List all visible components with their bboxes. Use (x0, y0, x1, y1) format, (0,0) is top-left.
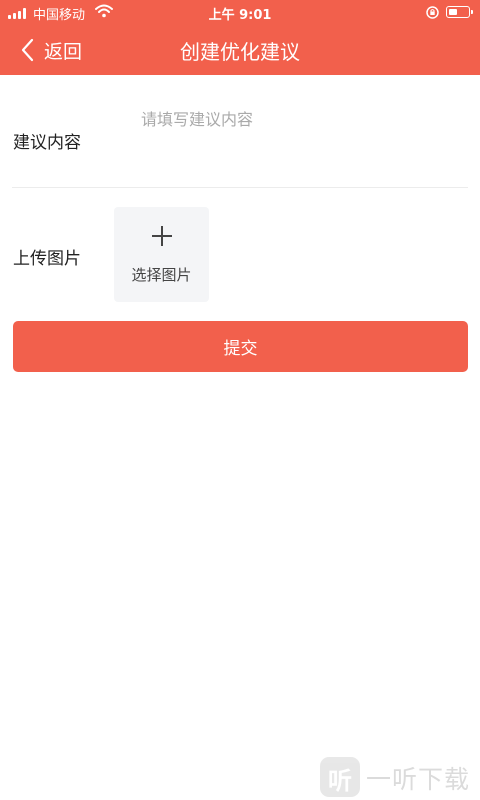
choose-image-button[interactable]: 选择图片 (114, 207, 209, 302)
watermark-logo-icon: 听 (320, 757, 360, 797)
status-bar: 中国移动 上午 9:01 (0, 0, 480, 26)
page-title: 创建优化建议 (180, 40, 300, 64)
battery-icon (446, 6, 473, 18)
content-label: 建议内容 (13, 133, 81, 153)
app-header: 中国移动 上午 9:01 返回 创建优化建议 (0, 0, 480, 75)
plus-icon (152, 226, 172, 246)
suggestion-content-input[interactable] (135, 100, 477, 192)
orientation-lock-icon (426, 6, 439, 19)
watermark: 听 一听下载 (320, 757, 480, 797)
submit-button[interactable]: 提交 (13, 321, 468, 372)
watermark-logo-glyph: 听 (328, 767, 352, 795)
watermark-text: 一听下载 (366, 765, 471, 794)
upload-label: 上传图片 (13, 249, 81, 269)
choose-image-label: 选择图片 (131, 266, 192, 284)
divider (12, 187, 468, 188)
status-time: 上午 9:01 (208, 8, 272, 23)
